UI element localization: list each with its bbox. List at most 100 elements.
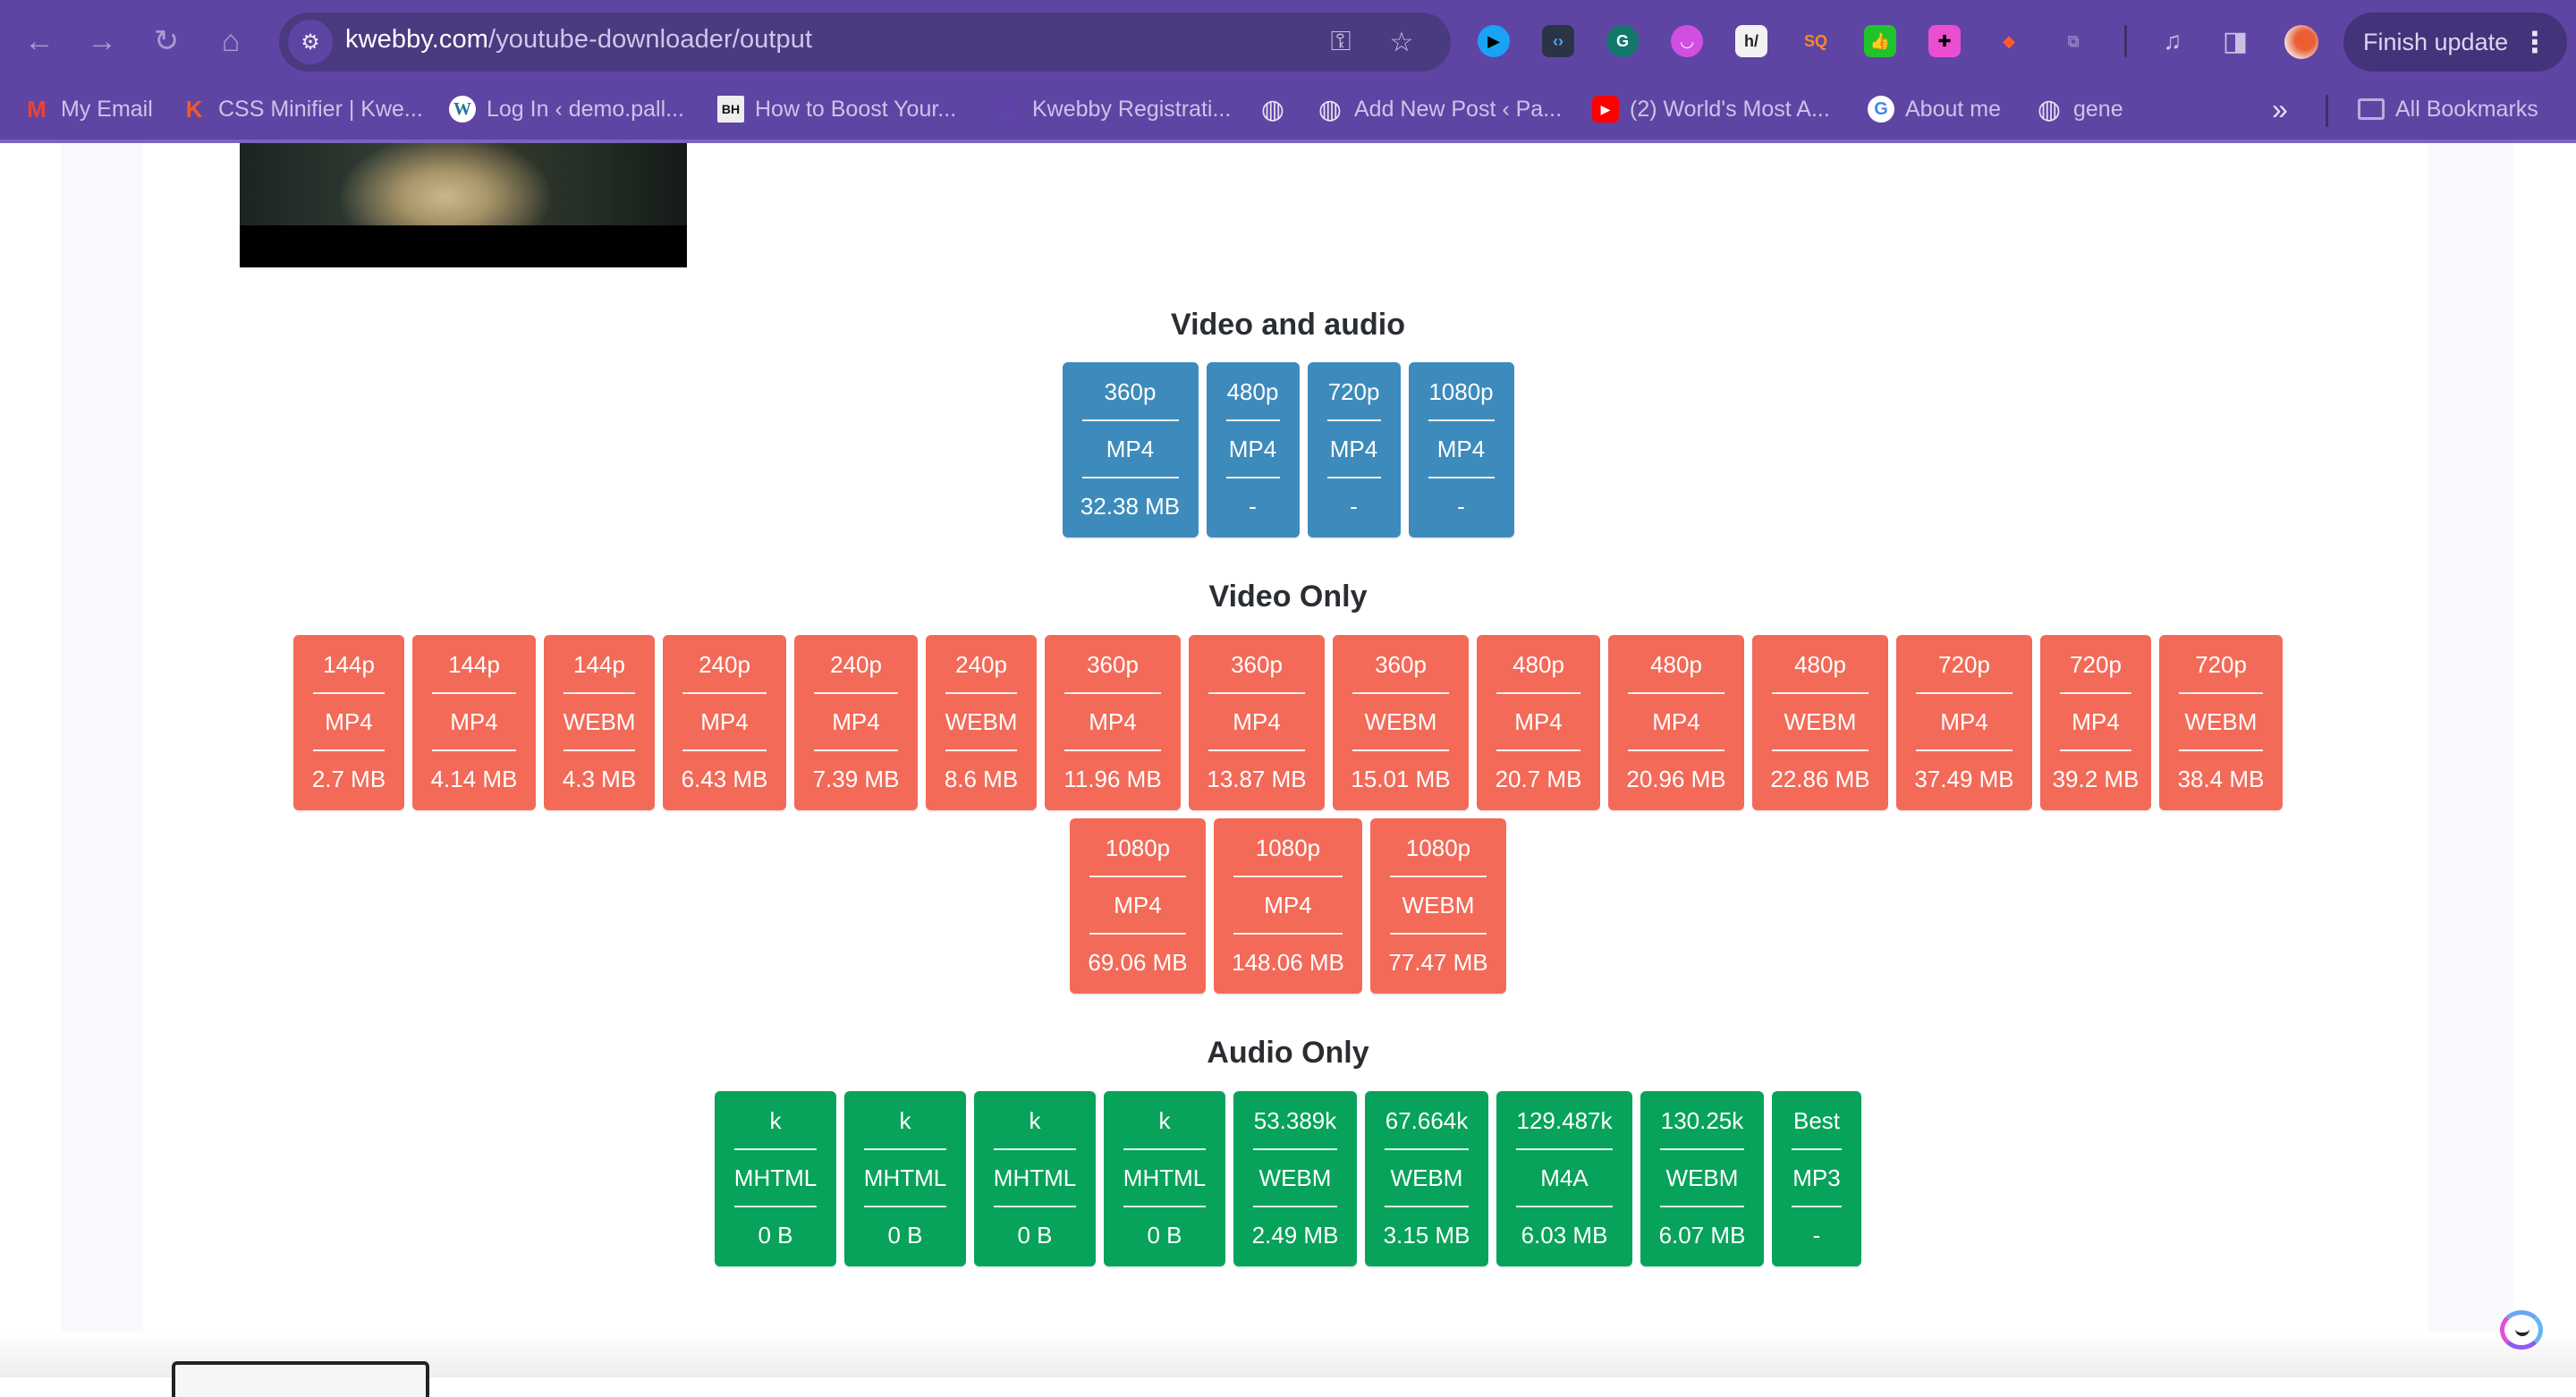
download-format-button[interactable]: 1080p MP4 148.06 MB xyxy=(1214,818,1362,994)
format-quality: 130.25k xyxy=(1660,1107,1744,1134)
download-format-button[interactable]: 720p WEBM 38.4 MB xyxy=(2159,635,2283,810)
download-format-button[interactable]: 720p MP4 - xyxy=(1307,362,1401,538)
bookmark-item[interactable]: ◍ xyxy=(1259,89,1286,129)
download-format-button[interactable]: 144p MP4 2.7 MB xyxy=(293,635,404,810)
site-info-button[interactable]: ⚙ xyxy=(288,20,333,64)
download-format-button[interactable]: 144p WEBM 4.3 MB xyxy=(544,635,655,810)
grammarly-icon[interactable]: G xyxy=(1606,25,1639,57)
download-format-button[interactable]: 130.25k WEBM 6.07 MB xyxy=(1640,1091,1764,1266)
bottom-outline-button[interactable] xyxy=(172,1361,429,1397)
download-format-button[interactable]: 480p MP4 20.7 MB xyxy=(1477,635,1600,810)
divider xyxy=(1385,1206,1469,1207)
back-button[interactable]: ← xyxy=(18,20,61,63)
iq-extension-icon[interactable]: ▶ xyxy=(1478,25,1510,57)
download-format-button[interactable]: 1080p WEBM 77.47 MB xyxy=(1370,818,1506,994)
divider xyxy=(682,749,767,751)
sq-extension-icon[interactable]: SQ xyxy=(1800,25,1832,57)
download-format-button[interactable]: Best MP3 - xyxy=(1772,1091,1861,1266)
bookmark-item[interactable]: M My Email xyxy=(23,89,153,129)
download-format-button[interactable]: 360p MP4 11.96 MB xyxy=(1045,635,1181,810)
format-size: 6.03 MB xyxy=(1521,1222,1608,1249)
bookmark-item[interactable]: ◍ Add New Post ‹ Pa... xyxy=(1317,89,1562,129)
format-type: WEBM xyxy=(1364,708,1437,735)
download-format-button[interactable]: 144p MP4 4.14 MB xyxy=(412,635,536,810)
arrow-right-icon: → xyxy=(87,23,117,58)
more-bookmarks-button[interactable]: » xyxy=(2272,89,2288,129)
url-text[interactable]: kwebby.com/youtube-downloader/output xyxy=(345,25,812,55)
download-format-button[interactable]: 480p MP4 20.96 MB xyxy=(1608,635,1744,810)
profile-avatar[interactable] xyxy=(2284,25,2318,59)
divider xyxy=(1660,1148,1744,1150)
bookmark-item[interactable]: ▶ (2) World's Most A... xyxy=(1592,89,1830,129)
home-button[interactable]: ⌂ xyxy=(209,20,252,63)
forward-button[interactable]: → xyxy=(80,20,123,63)
hackernoon-icon[interactable]: h/ xyxy=(1735,25,1767,57)
chat-widget-button[interactable] xyxy=(2500,1310,2543,1350)
divider xyxy=(1628,749,1724,751)
bookmark-item[interactable]: G About me xyxy=(1868,89,2001,129)
download-format-button[interactable]: 240p MP4 6.43 MB xyxy=(663,635,786,810)
format-type: MP4 xyxy=(1329,436,1378,462)
download-format-button[interactable]: k MHTML 0 B xyxy=(844,1091,966,1266)
divider xyxy=(1081,419,1179,421)
format-size: - xyxy=(1249,493,1257,520)
bookmark-item[interactable]: W Log In ‹ demo.pall... xyxy=(449,89,684,129)
media-control-button[interactable]: ♫ xyxy=(2156,24,2190,58)
bookmark-item[interactable]: BH How to Boost Your... xyxy=(717,89,956,129)
format-quality: 53.389k xyxy=(1253,1107,1337,1134)
download-format-button[interactable]: 480p WEBM 22.86 MB xyxy=(1752,635,1888,810)
download-format-button[interactable]: k MHTML 0 B xyxy=(1104,1091,1225,1266)
download-format-button[interactable]: k MHTML 0 B xyxy=(974,1091,1096,1266)
reload-icon: ↻ xyxy=(153,24,180,58)
bookmark-item[interactable]: ◍ gene xyxy=(2036,89,2123,129)
divider xyxy=(1916,749,2012,751)
format-size: - xyxy=(1457,493,1465,520)
divider xyxy=(1772,749,1868,751)
download-format-button[interactable]: 1080p MP4 69.06 MB xyxy=(1070,818,1206,994)
download-format-button[interactable]: 720p MP4 39.2 MB xyxy=(2040,635,2151,810)
download-format-button[interactable]: 129.487k M4A 6.03 MB xyxy=(1496,1091,1632,1266)
divider xyxy=(1253,1148,1337,1150)
download-format-button[interactable]: 53.389k WEBM 2.49 MB xyxy=(1233,1091,1357,1266)
smile-icon xyxy=(2515,1329,2529,1336)
download-format-button[interactable]: 240p MP4 7.39 MB xyxy=(794,635,918,810)
thumbs-up-extension-icon[interactable]: 👍 xyxy=(1864,25,1896,57)
finish-update-button[interactable]: Finish update ⋮ xyxy=(2343,13,2567,72)
bookmark-label: How to Boost Your... xyxy=(755,96,957,122)
address-bar[interactable]: ⚙ kwebby.com/youtube-downloader/output ⚿… xyxy=(279,13,1451,72)
jasper-icon[interactable]: ◡ xyxy=(1671,25,1703,57)
divider xyxy=(1064,692,1161,694)
color-picker-icon[interactable]: ✚ xyxy=(1928,25,1961,57)
format-size: 0 B xyxy=(1017,1222,1053,1249)
format-size: 8.6 MB xyxy=(944,766,1019,792)
format-size: 2.7 MB xyxy=(311,766,386,792)
divider xyxy=(564,749,635,751)
download-format-button[interactable]: 480p MP4 - xyxy=(1206,362,1300,538)
fox-extension-icon[interactable]: ◆ xyxy=(1993,25,2025,57)
format-size: 20.7 MB xyxy=(1495,766,1582,792)
format-type: MP4 xyxy=(450,708,498,735)
download-format-button[interactable]: 360p MP4 32.38 MB xyxy=(1062,362,1199,538)
download-format-button[interactable]: 67.664k WEBM 3.15 MB xyxy=(1365,1091,1488,1266)
divider xyxy=(1660,1206,1744,1207)
download-format-button[interactable]: 240p WEBM 8.6 MB xyxy=(926,635,1037,810)
bookmark-item[interactable]: K CSS Minifier | Kwe... xyxy=(181,89,423,129)
download-format-button[interactable]: 720p MP4 37.49 MB xyxy=(1896,635,2032,810)
password-key-button[interactable]: ⚿ xyxy=(1324,25,1358,59)
bookmark-item[interactable]: ☰ Kwebby Registrati... xyxy=(995,89,1231,129)
download-format-button[interactable]: 1080p MP4 - xyxy=(1408,362,1514,538)
divider xyxy=(313,749,385,751)
side-panel-button[interactable]: ◨ xyxy=(2218,24,2252,58)
divider xyxy=(1123,1206,1206,1207)
extensions-puzzle-icon[interactable]: ⧉ xyxy=(2057,25,2089,57)
divider xyxy=(1352,692,1449,694)
bookmark-star-button[interactable]: ☆ xyxy=(1385,25,1419,59)
download-format-button[interactable]: 360p WEBM 15.01 MB xyxy=(1333,635,1469,810)
download-format-button[interactable]: k MHTML 0 B xyxy=(715,1091,836,1266)
divider xyxy=(2060,749,2131,751)
download-format-button[interactable]: 360p MP4 13.87 MB xyxy=(1189,635,1325,810)
code-extension-icon[interactable]: ‹› xyxy=(1542,25,1574,57)
all-bookmarks-button[interactable]: All Bookmarks xyxy=(2358,89,2538,129)
divider xyxy=(1208,692,1305,694)
reload-button[interactable]: ↻ xyxy=(145,20,188,63)
